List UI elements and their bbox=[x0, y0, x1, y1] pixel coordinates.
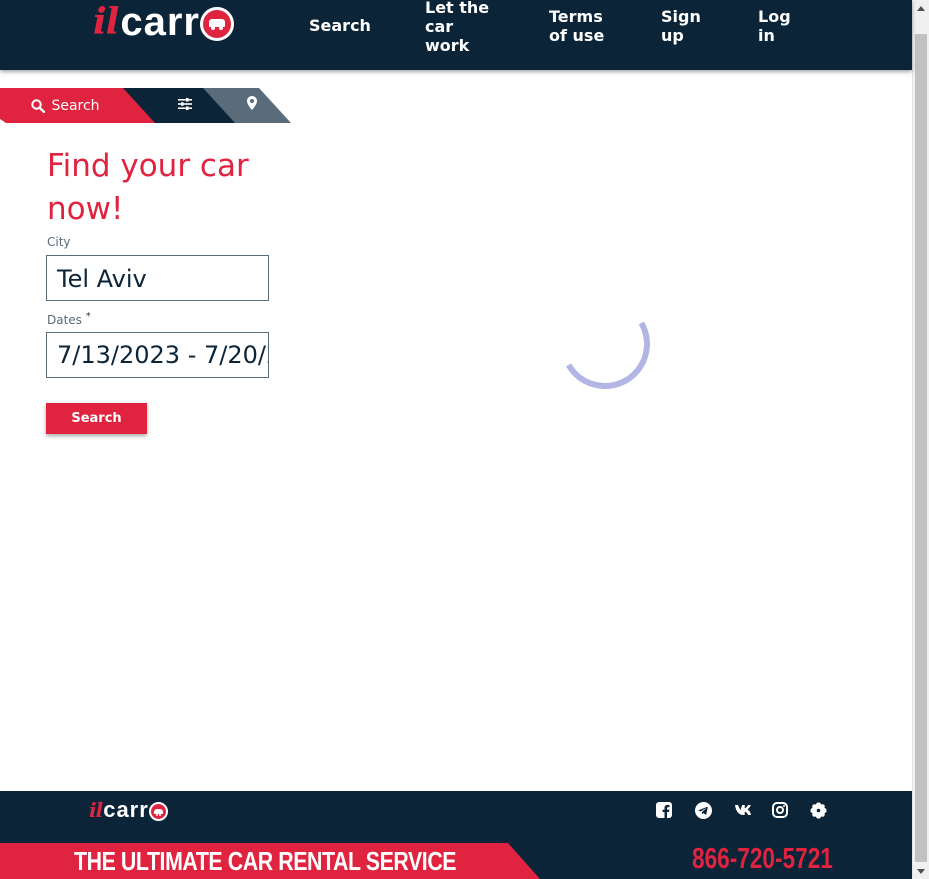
nav-log-in[interactable]: Log in bbox=[758, 7, 791, 45]
footer-car-logo-icon bbox=[148, 801, 168, 821]
scroll-down-arrow-icon[interactable] bbox=[917, 869, 925, 874]
page-title: Find your car now! bbox=[47, 145, 287, 231]
nav-let-line3: work bbox=[425, 36, 470, 55]
city-input[interactable]: Tel Aviv bbox=[46, 255, 269, 301]
footer-logo-prefix: il bbox=[89, 798, 103, 822]
vk-icon[interactable] bbox=[733, 801, 753, 819]
nav-search[interactable]: Search bbox=[309, 16, 371, 35]
car-logo-icon bbox=[199, 7, 234, 41]
nav-terms-line1: Terms bbox=[549, 7, 603, 26]
footer-logo[interactable]: il carr bbox=[89, 797, 168, 822]
nav-signup-line1: Sign bbox=[661, 7, 701, 26]
nav-terms-of-use[interactable]: Terms of use bbox=[549, 7, 604, 45]
title-line2: now! bbox=[47, 191, 124, 227]
tab-search-label: Search bbox=[51, 97, 100, 114]
map-marker-icon bbox=[247, 96, 257, 110]
scroll-thumb[interactable] bbox=[915, 34, 927, 862]
site-header: il carr Search Let the car work Terms of… bbox=[0, 0, 912, 70]
nav-login-line2: in bbox=[758, 26, 775, 45]
slogan-text: THE ULTIMATE CAR RENTAL SERVICE bbox=[74, 846, 457, 876]
gear-flower-icon[interactable] bbox=[809, 801, 827, 819]
search-icon bbox=[31, 98, 46, 113]
nav-search-label: Search bbox=[309, 16, 371, 35]
vertical-scrollbar[interactable] bbox=[912, 0, 929, 879]
scroll-up-arrow-icon[interactable] bbox=[917, 6, 925, 11]
logo-main: carr bbox=[120, 0, 200, 44]
nav-let-line2: car bbox=[425, 17, 454, 36]
dates-label-text: Dates bbox=[47, 313, 82, 327]
nav-let-the-car-work[interactable]: Let the car work bbox=[425, 0, 489, 55]
title-line1: Find your car bbox=[47, 148, 249, 184]
sliders-icon bbox=[177, 97, 192, 110]
search-tab-strip: Search bbox=[0, 88, 291, 123]
phone-number[interactable]: 866-720-5721 bbox=[692, 843, 833, 876]
instagram-icon[interactable] bbox=[771, 801, 789, 819]
telegram-icon[interactable] bbox=[694, 801, 712, 819]
nav-login-line1: Log bbox=[758, 7, 791, 26]
search-button[interactable]: Search bbox=[46, 403, 147, 434]
slogan-banner: THE ULTIMATE CAR RENTAL SERVICE bbox=[0, 843, 540, 879]
logo-prefix: il bbox=[93, 1, 119, 43]
dates-input[interactable]: 7/13/2023 - 7/20/2023 bbox=[46, 332, 269, 378]
required-asterisk: * bbox=[85, 311, 91, 322]
ilcarro-logo[interactable]: il carr bbox=[93, 0, 234, 44]
site-footer: il carr THE ULTIMATE CAR RENTAL SERVICE … bbox=[0, 791, 912, 879]
nav-let-line1: Let the bbox=[425, 0, 490, 17]
nav-terms-line2: of use bbox=[549, 26, 605, 45]
nav-signup-line2: up bbox=[661, 26, 684, 45]
dates-label: Dates * bbox=[47, 311, 91, 327]
city-label: City bbox=[47, 235, 71, 249]
loading-spinner bbox=[549, 288, 661, 400]
nav-sign-up[interactable]: Sign up bbox=[661, 7, 701, 45]
footer-logo-main: carr bbox=[103, 797, 149, 822]
facebook-icon[interactable] bbox=[655, 801, 673, 819]
